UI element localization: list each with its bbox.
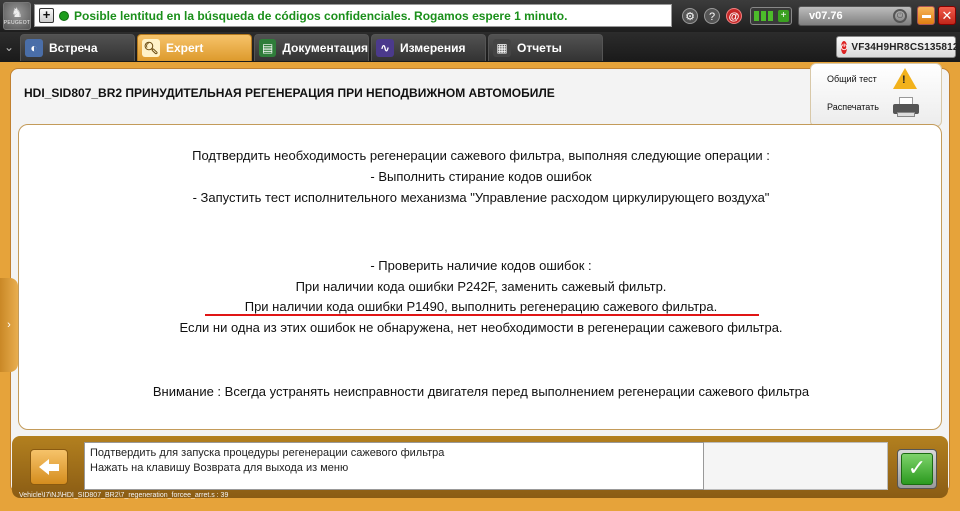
logo-text: PEUGEOT (3, 19, 31, 26)
vin-display[interactable]: ⏻ VF34H9HR8CS135812 (836, 36, 959, 58)
script-path-label: Vehicle\I7\NJ\HDI_SID807_BR2\7_regenerat… (19, 492, 229, 499)
version-display: v07.76 ⏻ (798, 6, 912, 26)
book-icon: ▤ (259, 39, 277, 57)
magnifier-icon: 🔍︎ (142, 39, 160, 57)
battery-status-icon: + (750, 7, 792, 25)
global-test-label: Общий тест (827, 74, 877, 84)
tab-measurements-label: Измерения (400, 41, 466, 55)
instruction-line: - Проверить наличие кодов ошибок : (370, 258, 592, 273)
charging-plus-icon: + (778, 10, 789, 22)
close-button[interactable]: ✕ (938, 6, 956, 25)
confirm-button[interactable]: ✓ (897, 449, 937, 489)
vin-text: VF34H9HR8CS135812 (851, 41, 959, 53)
print-action[interactable]: Распечатать (827, 96, 919, 118)
settings-gear-icon[interactable]: ⚙ (682, 8, 698, 24)
waveform-icon: ∿ (376, 39, 394, 57)
page-title: HDI_SID807_BR2 ПРИНУДИТЕЛЬНАЯ РЕГЕНЕРАЦИ… (24, 86, 555, 100)
message-line-2: Нажать на клавишу Возврата для выхода из… (90, 462, 349, 474)
warning-icon: ! (893, 68, 917, 90)
tab-bar: ⌄ ◐ Встреча 🔍︎ Expert ▤ Документация ∿ И… (0, 32, 960, 62)
vin-power-icon: ⏻ (841, 40, 848, 54)
tab-meeting[interactable]: ◐ Встреча (20, 34, 135, 61)
message-box-extension (704, 442, 888, 490)
meeting-icon: ◐ (25, 39, 43, 57)
tab-meeting-label: Встреча (49, 41, 98, 55)
print-label: Распечатать (827, 102, 879, 112)
instruction-line-highlighted: При наличии кода ошибки P1490, выполнить… (244, 299, 718, 314)
status-message-text: Posible lentitud en la búsqueda de códig… (74, 8, 568, 23)
status-message-box: + Posible lentitud en la búsqueda de cód… (34, 4, 672, 27)
power-icon[interactable]: ⏻ (893, 9, 907, 23)
report-icon: ▦ (493, 39, 511, 57)
tab-reports[interactable]: ▦ Отчеты (488, 34, 603, 61)
instruction-line: - Запустить тест исполнительного механиз… (192, 190, 770, 205)
expand-plus-button[interactable]: + (39, 8, 54, 23)
tab-measurements[interactable]: ∿ Измерения (371, 34, 486, 61)
tabs-chevron-down-icon[interactable]: ⌄ (4, 40, 14, 54)
tab-reports-label: Отчеты (517, 41, 562, 55)
chevron-right-icon: › (7, 319, 11, 331)
tab-documentation[interactable]: ▤ Документация (254, 34, 369, 61)
instruction-line: Если ни одна из этих ошибок не обнаружен… (179, 320, 783, 335)
side-panel-handle[interactable]: › (0, 278, 18, 372)
message-line-1: Подтвердить для запуска процедуры регене… (90, 447, 445, 459)
minimize-button[interactable] (917, 6, 935, 25)
tab-documentation-label: Документация (282, 41, 368, 55)
global-test-action[interactable]: Общий тест ! (827, 68, 917, 90)
checkmark-icon: ✓ (901, 453, 933, 485)
instruction-line: - Выполнить стирание кодов ошибок (370, 169, 592, 184)
status-indicator-icon (59, 10, 69, 21)
printer-icon (893, 96, 919, 118)
instruction-line: При наличии кода ошибки P242F, заменить … (295, 279, 667, 294)
instruction-line: Подтвердить необходимость регенерации са… (192, 148, 770, 163)
help-icon[interactable]: ? (704, 8, 720, 24)
message-box: Подтвердить для запуска процедуры регене… (84, 442, 704, 490)
warning-line: Внимание : Всегда устранять неисправност… (152, 384, 810, 399)
arrow-left-icon (39, 459, 49, 475)
instructions-panel: Подтвердить необходимость регенерации са… (18, 124, 942, 430)
version-text: v07.76 (809, 10, 843, 22)
tab-expert-label: Expert (166, 41, 204, 55)
back-button[interactable] (30, 449, 68, 485)
peugeot-logo: ♞ PEUGEOT (3, 2, 31, 30)
tab-expert[interactable]: 🔍︎ Expert (137, 34, 252, 61)
at-mail-icon[interactable]: @ (726, 8, 742, 24)
side-actions-panel: Общий тест ! Распечатать (810, 63, 942, 127)
red-underline-annotation (205, 314, 759, 316)
lion-icon: ♞ (11, 5, 23, 21)
top-bar: ♞ PEUGEOT + Posible lentitud en la búsqu… (0, 0, 960, 32)
